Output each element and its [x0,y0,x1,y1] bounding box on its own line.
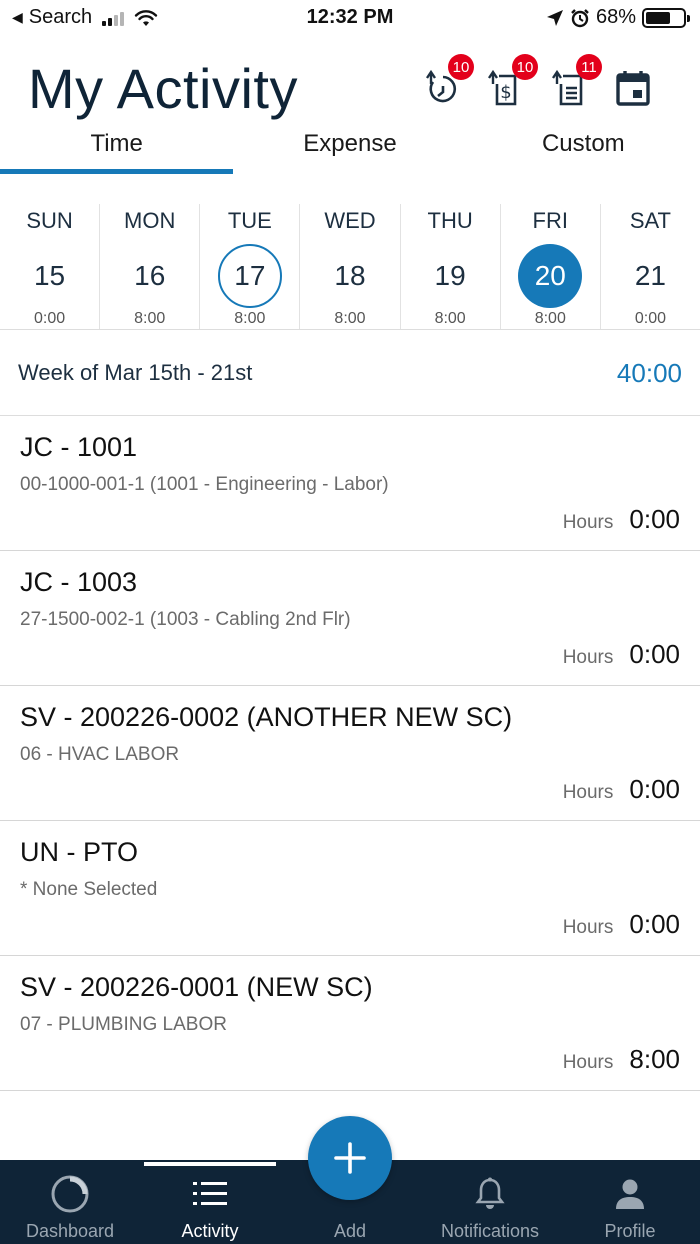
entry-title: JC - 1001 [20,432,138,462]
hours-value[interactable]: 8:00 [629,1044,680,1075]
tab-custom[interactable]: Custom [467,126,700,174]
svg-text:$: $ [500,82,511,103]
time-entry[interactable]: JC - 1003 27-1500-002-1 (1003 - Cabling … [0,551,700,686]
week-total-hours: 40:00 [616,358,682,388]
day-name: SAT [629,208,671,233]
hours-label: Hours [562,512,614,533]
alarm-icon [571,8,589,27]
entry-subtitle: 27-1500-002-1 (1003 - Cabling 2nd Flr) [20,609,351,630]
activity-tabs: Time Expense Custom [0,126,700,174]
custom-badge: 11 [576,54,602,80]
day-sun[interactable]: SUN 15 0:00 [0,204,101,329]
calendar-icon [616,71,650,106]
add-icon [334,1142,366,1174]
day-name: WED [324,208,376,233]
day-hours: 0:00 [634,310,666,327]
day-number: 17 [234,260,266,291]
day-hours: 8:00 [434,310,466,327]
time-entry[interactable]: SV - 200226-0002 (ANOTHER NEW SC) 06 - H… [0,686,700,821]
location-arrow-icon [546,9,563,26]
submit-custom-button[interactable]: 11 [550,54,602,106]
nav-label: Notifications [440,1221,540,1241]
header-actions: 10 $ 10 11 [422,54,652,106]
day-mon[interactable]: MON 16 8:00 [100,204,201,329]
day-hours: 8:00 [334,310,366,327]
entry-subtitle: 07 - PLUMBING LABOR [20,1014,227,1035]
nav-label: Dashboard [25,1221,115,1241]
entry-subtitle: 00-1000-001-1 (1001 - Engineering - Labo… [20,474,389,495]
entry-subtitle: 06 - HVAC LABOR [20,744,180,765]
hours-value[interactable]: 0:00 [629,774,680,805]
time-badge: 10 [448,54,474,80]
day-hours: 8:00 [234,310,266,327]
status-bar: ◀ Search 12:32 PM 68% [0,0,700,36]
submit-expense-button[interactable]: $ 10 [486,54,538,106]
battery-fill [646,11,671,24]
day-number: 19 [434,260,466,291]
battery-icon [642,7,690,28]
day-hours: 0:00 [34,310,66,327]
battery-percent: 68% [595,6,636,28]
day-hours: 8:00 [534,310,566,327]
nav-profile[interactable]: Profile [560,1160,700,1244]
day-sat[interactable]: SAT 21 0:00 [601,204,700,329]
tab-time[interactable]: Time [0,126,234,174]
day-thu[interactable]: THU 19 8:00 [401,204,501,329]
entry-subtitle: * None Selected [20,879,158,900]
week-label: Week of Mar 15th - 21st [18,360,253,385]
time-entry[interactable]: JC - 1001 00-1000-001-1 (1001 - Engineer… [0,416,700,551]
hours-label: Hours [562,1052,614,1073]
day-number: 18 [334,260,366,291]
add-entry-button[interactable] [308,1116,392,1200]
entry-title: SV - 200226-0001 (NEW SC) [20,972,373,1002]
hours-label: Hours [562,647,614,668]
page-title: My Activity [28,57,298,120]
tab-expense[interactable]: Expense [233,126,466,174]
nav-label: Activity [181,1221,239,1241]
hours-label: Hours [562,782,614,803]
day-number: 20 [534,260,566,291]
day-number: 16 [134,260,166,291]
nav-notifications[interactable]: Notifications [420,1160,560,1244]
day-number: 21 [634,260,666,291]
person-icon [616,1179,644,1209]
day-wed[interactable]: WED 18 8:00 [300,204,401,329]
week-day-picker: SUN 15 0:00 MON 16 8:00 TUE 17 8:00 WED … [0,204,700,330]
time-entry[interactable]: SV - 200226-0001 (NEW SC) 07 - PLUMBING … [0,956,700,1091]
hours-value[interactable]: 0:00 [629,504,680,535]
day-number: 15 [33,260,66,291]
day-name: SUN [26,208,73,233]
nav-dashboard[interactable]: Dashboard [0,1160,140,1244]
day-fri[interactable]: FRI 20 8:00 [501,204,601,329]
day-name: MON [124,208,176,233]
hours-label: Hours [562,917,614,938]
time-entry-list: JC - 1001 00-1000-001-1 (1001 - Engineer… [0,416,700,1091]
day-name: FRI [532,208,568,233]
day-tue[interactable]: TUE 17 8:00 [200,204,301,329]
list-icon [193,1182,227,1205]
expense-badge: 10 [512,54,538,80]
day-hours: 8:00 [134,310,166,327]
calendar-button[interactable] [614,58,652,106]
bell-icon [475,1177,505,1209]
hours-value[interactable]: 0:00 [629,909,680,940]
time-entry[interactable]: UN - PTO * None Selected Hours 0:00 [0,821,700,956]
week-summary: Week of Mar 15th - 21st 40:00 [0,330,700,416]
nav-activity[interactable]: Activity [140,1160,280,1244]
day-name: TUE [227,208,272,233]
day-name: THU [427,208,473,233]
entry-title: SV - 200226-0002 (ANOTHER NEW SC) [20,702,513,732]
entry-title: JC - 1003 [20,567,138,597]
dashboard-icon [51,1175,89,1213]
nav-label: Profile [604,1221,656,1241]
entry-title: UN - PTO [20,837,139,867]
hours-value[interactable]: 0:00 [629,639,680,670]
submit-time-button[interactable]: 10 [422,54,474,106]
nav-label: Add [333,1221,367,1241]
